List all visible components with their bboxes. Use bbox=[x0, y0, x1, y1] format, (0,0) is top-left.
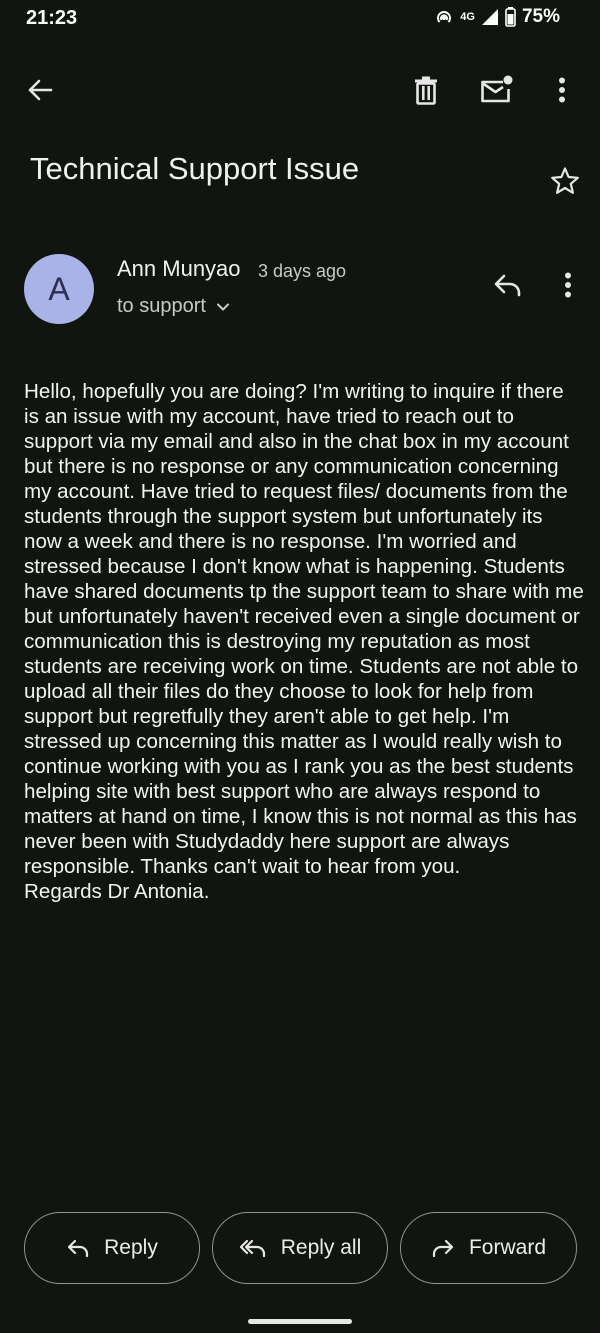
battery-percent: 75% bbox=[521, 6, 560, 27]
reply-button[interactable]: Reply bbox=[24, 1212, 200, 1284]
reply-icon bbox=[493, 273, 523, 297]
delete-button[interactable] bbox=[404, 68, 448, 112]
recipient-label: to support bbox=[117, 295, 206, 317]
status-time: 21:23 bbox=[26, 7, 78, 29]
signal-icon bbox=[481, 8, 499, 26]
recipient-details-toggle[interactable]: to support bbox=[117, 295, 230, 318]
forward-button[interactable]: Forward bbox=[400, 1212, 577, 1284]
back-button[interactable] bbox=[18, 70, 62, 110]
action-buttons: Reply Reply all Forward bbox=[0, 1212, 600, 1286]
home-indicator[interactable] bbox=[248, 1319, 352, 1324]
hotspot-icon bbox=[434, 7, 454, 27]
battery-icon bbox=[505, 7, 516, 27]
reply-all-button[interactable]: Reply all bbox=[212, 1212, 388, 1284]
trash-icon bbox=[413, 75, 439, 105]
reply-all-label: Reply all bbox=[280, 1236, 362, 1259]
more-vert-icon bbox=[564, 272, 572, 298]
sender-name: Ann Munyao bbox=[117, 256, 241, 281]
forward-label: Forward bbox=[468, 1236, 547, 1259]
reply-label: Reply bbox=[104, 1236, 158, 1259]
more-vert-icon bbox=[558, 77, 566, 103]
more-options-button[interactable] bbox=[542, 68, 582, 112]
top-app-bar bbox=[0, 60, 600, 120]
email-subject: Technical Support Issue bbox=[30, 151, 360, 186]
forward-icon bbox=[431, 1238, 455, 1258]
mark-unread-button[interactable] bbox=[474, 68, 518, 112]
email-body: Hello, hopefully you are doing? I'm writ… bbox=[24, 380, 584, 903]
chevron-down-icon bbox=[216, 302, 230, 312]
mail-unread-icon bbox=[479, 75, 513, 105]
sender-avatar[interactable]: A bbox=[24, 254, 94, 324]
star-button[interactable] bbox=[546, 162, 584, 200]
sent-time: 3 days ago bbox=[258, 261, 347, 281]
star-icon bbox=[550, 166, 580, 196]
status-icons: 4G 75% bbox=[434, 6, 560, 28]
message-more-button[interactable] bbox=[552, 266, 584, 304]
quick-reply-button[interactable] bbox=[488, 266, 528, 304]
network-type: 4G bbox=[460, 11, 475, 23]
reply-all-icon bbox=[239, 1238, 267, 1258]
reply-icon bbox=[66, 1238, 90, 1258]
arrow-back-icon bbox=[26, 76, 54, 104]
status-bar: 21:23 4G 75% bbox=[0, 0, 600, 36]
